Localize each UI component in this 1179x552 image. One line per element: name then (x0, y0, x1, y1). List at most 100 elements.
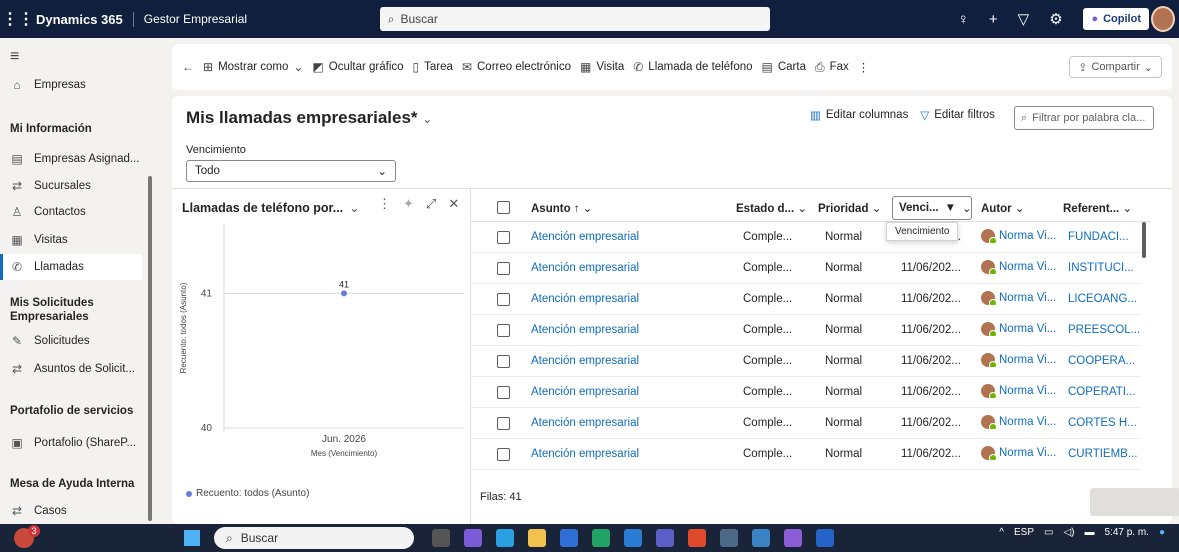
letter-button[interactable]: ▤ Carta (762, 60, 806, 74)
cell-autor[interactable]: Norma Vi... (981, 384, 1056, 398)
pin-icon[interactable]: ✦ (403, 196, 414, 212)
cell-asunto[interactable]: Atención empresarial (531, 324, 639, 336)
sidebar-item-empresas[interactable]: ⌂ Empresas (0, 72, 142, 98)
app-launcher-icon[interactable]: ⋮⋮ (0, 9, 36, 29)
cell-referente[interactable]: COOPERA... (1068, 355, 1135, 367)
data-point[interactable] (341, 290, 347, 297)
cell-asunto[interactable]: Atención empresarial (531, 231, 639, 243)
select-all-checkbox[interactable] (497, 201, 510, 214)
teams-icon[interactable] (656, 529, 674, 547)
cell-asunto[interactable]: Atención empresarial (531, 355, 639, 367)
lightbulb-icon[interactable]: ♀ (958, 11, 969, 28)
sidebar-item-portafolio[interactable]: ▣ Portafolio (ShareP... (0, 430, 142, 456)
visit-button[interactable]: ▦ Visita (580, 60, 624, 74)
battery-icon[interactable]: ▬ (1084, 527, 1094, 538)
sidebar-item-contactos[interactable]: ♙ Contactos (0, 199, 142, 225)
column-header-asunto[interactable]: Asunto ↑ ⌄ (531, 201, 592, 215)
cell-referente[interactable]: LICEOANG... (1068, 293, 1137, 305)
notifications-icon[interactable]: ● (1159, 527, 1165, 538)
grid-scrollbar[interactable] (1142, 222, 1146, 258)
cell-referente[interactable]: PREESCOL... (1068, 324, 1140, 336)
close-icon[interactable]: ✕ (448, 196, 459, 212)
row-checkbox[interactable] (497, 417, 510, 430)
store-icon[interactable] (560, 529, 578, 547)
table-row[interactable]: Atención empresarialComple...Normal11/06… (471, 315, 1141, 346)
app-icon[interactable] (816, 529, 834, 547)
global-search-input[interactable]: ⌕ Buscar (379, 7, 770, 31)
row-checkbox[interactable] (497, 448, 510, 461)
table-row[interactable]: Atención empresarialComple...Normal11/06… (471, 284, 1141, 315)
sidebar-item-casos[interactable]: ⇄ Casos (0, 498, 142, 524)
volume-icon[interactable]: ◁) (1063, 527, 1074, 538)
clock[interactable]: 5:47 p. m. (1104, 527, 1148, 538)
user-avatar[interactable] (1151, 6, 1175, 32)
table-row[interactable]: Atención empresarialComple...Normal11/06… (471, 222, 1141, 253)
cell-referente[interactable]: CORTES H... (1068, 417, 1137, 429)
network-icon[interactable]: ▭ (1044, 527, 1053, 538)
more-commands-icon[interactable]: ⋮ (858, 60, 870, 74)
column-header-estado[interactable]: Estado d... ⌄ (736, 201, 807, 215)
cell-referente[interactable]: INSTITUCI... (1068, 262, 1134, 274)
expand-icon[interactable]: ⤢ (426, 196, 436, 212)
fax-button[interactable]: ⎙ Fax (815, 60, 849, 75)
column-header-autor[interactable]: Autor ⌄ (981, 201, 1025, 215)
chart-selector[interactable]: Llamadas de teléfono por... ⌄ (182, 200, 360, 216)
app-name[interactable]: Gestor Empresarial (134, 12, 380, 26)
filter-icon[interactable]: ▽ (1018, 10, 1030, 28)
email-button[interactable]: ✉ Correo electrónico (462, 60, 571, 74)
sidebar-item-sucursales[interactable]: ⇄ Sucursales (0, 173, 142, 199)
sidebar-item-visitas[interactable]: ▦ Visitas (0, 227, 142, 253)
sidebar-item-llamadas[interactable]: ✆ Llamadas (0, 254, 142, 280)
hamburger-menu-icon[interactable]: ≡ (10, 48, 19, 66)
cell-asunto[interactable]: Atención empresarial (531, 386, 639, 398)
cell-asunto[interactable]: Atención empresarial (531, 448, 639, 460)
sidebar-scrollbar[interactable] (148, 176, 152, 521)
row-checkbox[interactable] (497, 293, 510, 306)
column-header-prioridad[interactable]: Prioridad ⌄ (818, 201, 881, 215)
excel-icon[interactable] (592, 529, 610, 547)
cell-referente[interactable]: FUNDACI... (1068, 231, 1129, 243)
sidebar-item-empresas-asignadas[interactable]: ▤ Empresas Asignad... (0, 146, 142, 172)
cell-autor[interactable]: Norma Vi... (981, 446, 1056, 460)
cell-asunto[interactable]: Atención empresarial (531, 417, 639, 429)
brave-browser-icon[interactable] (688, 529, 706, 547)
row-checkbox[interactable] (497, 355, 510, 368)
row-checkbox[interactable] (497, 386, 510, 399)
cell-asunto[interactable]: Atención empresarial (531, 262, 639, 274)
edit-columns-button[interactable]: ▥ Editar columnas (810, 108, 908, 122)
settings-gear-icon[interactable]: ⚙ (1049, 10, 1062, 28)
file-explorer-icon[interactable] (528, 529, 546, 547)
cell-referente[interactable]: COPERATI... (1068, 386, 1136, 398)
table-row[interactable]: Atención empresarialComple...Normal11/06… (471, 253, 1141, 284)
row-checkbox[interactable] (497, 324, 510, 337)
edge-browser-icon[interactable] (496, 529, 514, 547)
table-row[interactable]: Atención empresarialComple...Normal11/06… (471, 346, 1141, 377)
row-checkbox[interactable] (497, 262, 510, 275)
edit-filters-button[interactable]: ▽ Editar filtros (920, 108, 995, 122)
hide-chart-button[interactable]: ◩ Ocultar gráfico (312, 60, 403, 74)
vencimiento-filter-select[interactable]: Todo ⌄ (186, 160, 396, 182)
cell-autor[interactable]: Norma Vi... (981, 322, 1056, 336)
task-button[interactable]: ▯ Tarea (413, 60, 453, 74)
column-header-vencimiento[interactable]: Venci... ▼ ⌄ (892, 196, 972, 220)
app-icon[interactable] (720, 529, 738, 547)
share-button[interactable]: ⇪ Compartir ⌄ (1069, 56, 1162, 78)
sidebar-item-solicitudes[interactable]: ✎ Solicitudes (0, 328, 142, 354)
language-indicator[interactable]: ESP (1014, 527, 1034, 538)
cell-autor[interactable]: Norma Vi... (981, 353, 1056, 367)
copilot-app-icon[interactable] (464, 529, 482, 547)
windows-start-icon[interactable] (184, 530, 200, 546)
plus-icon[interactable]: + (989, 11, 998, 28)
cell-autor[interactable]: Norma Vi... (981, 229, 1056, 243)
table-row[interactable]: Atención empresarialComple...Normal11/06… (471, 408, 1141, 439)
show-as-button[interactable]: ⊞ Mostrar como ⌄ (203, 60, 303, 74)
app-icon[interactable] (784, 529, 802, 547)
word-icon[interactable] (624, 529, 642, 547)
view-selector[interactable]: Mis llamadas empresariales* ⌄ (186, 108, 432, 128)
cell-autor[interactable]: Norma Vi... (981, 260, 1056, 274)
phone-call-button[interactable]: ✆ Llamada de teléfono (633, 60, 752, 74)
taskbar-search-input[interactable]: ⌕ Buscar (214, 527, 414, 549)
keyword-filter-input[interactable]: ⌕ Filtrar por palabra cla... (1014, 106, 1154, 130)
chevron-up-icon[interactable]: ^ (999, 527, 1004, 538)
cell-referente[interactable]: CURTIEMB... (1068, 448, 1137, 460)
